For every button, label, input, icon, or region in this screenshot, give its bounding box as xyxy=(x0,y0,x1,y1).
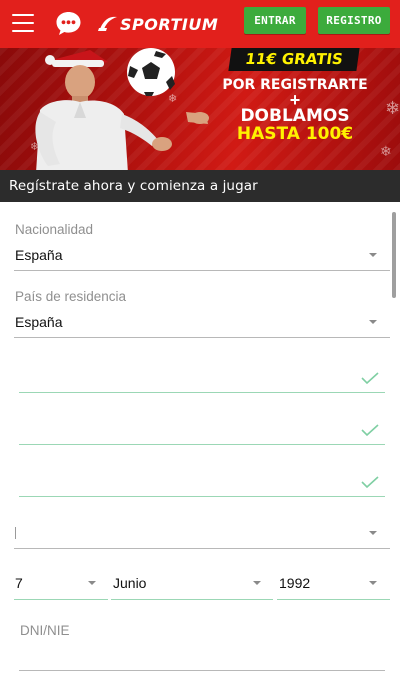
residence-label: País de residencia xyxy=(15,289,127,304)
nationality-label: Nacionalidad xyxy=(15,222,94,237)
birth-year-underline xyxy=(277,599,390,600)
birth-month-underline xyxy=(111,599,273,600)
footballer-image xyxy=(35,48,209,173)
check-icon xyxy=(361,372,379,384)
text-field-3-underline xyxy=(19,496,385,497)
dni-underline xyxy=(19,670,385,671)
menu-icon[interactable] xyxy=(12,14,34,32)
nationality-underline xyxy=(14,270,390,271)
text-field-2-underline xyxy=(19,444,385,445)
empty-select-underline xyxy=(14,548,390,549)
birth-day-value: 7 xyxy=(15,575,23,591)
brand-logo[interactable]: SPORTIUM xyxy=(98,13,218,35)
nationality-value: España xyxy=(15,247,63,263)
brand-name: SPORTIUM xyxy=(120,14,219,34)
select-cursor xyxy=(15,527,16,539)
chevron-down-icon xyxy=(253,581,261,585)
chevron-down-icon xyxy=(369,531,377,535)
text-field-3[interactable] xyxy=(19,457,385,499)
check-icon xyxy=(361,424,379,436)
page-scrollbar[interactable] xyxy=(392,212,396,298)
top-header: SPORTIUM ENTRAR REGISTRO xyxy=(0,0,400,48)
promo-amount: HASTA 100€ xyxy=(236,124,354,144)
promo-plus: + xyxy=(289,90,301,110)
promo-headline: 11€ GRATIS xyxy=(228,48,360,71)
chat-icon[interactable] xyxy=(55,10,82,37)
residence-underline xyxy=(14,337,390,338)
birth-day-underline xyxy=(14,599,108,600)
check-icon xyxy=(361,476,379,488)
text-field-2[interactable] xyxy=(19,405,385,447)
empty-select[interactable] xyxy=(14,512,390,550)
residence-value: España xyxy=(15,314,63,330)
dni-input[interactable] xyxy=(19,614,385,672)
snowflake-icon: ❄ xyxy=(380,143,392,159)
register-button[interactable]: REGISTRO xyxy=(318,7,390,34)
snowflake-icon: ❄ xyxy=(385,98,400,118)
login-button[interactable]: ENTRAR xyxy=(244,7,306,34)
birth-month-value: Junio xyxy=(113,575,147,591)
logo-swoosh-icon xyxy=(98,16,117,31)
chevron-down-icon xyxy=(88,581,96,585)
promo-double: DOBLAMOS xyxy=(240,106,350,126)
chevron-down-icon xyxy=(369,581,377,585)
text-field-1[interactable] xyxy=(19,352,385,394)
promo-text-block: 11€ GRATIS POR REGISTRARTE + DOBLAMOS HA… xyxy=(220,48,370,143)
promo-banner[interactable]: ❄ ❄ ❄ ❄ 11€ GRATIS POR REGISTRARTE + DOB… xyxy=(0,48,400,173)
register-caption: Regístrate ahora y comienza a jugar xyxy=(0,170,400,202)
text-field-1-underline xyxy=(19,392,385,393)
dni-placeholder: DNI/NIE xyxy=(20,623,70,638)
chevron-down-icon xyxy=(369,320,377,324)
chevron-down-icon xyxy=(369,253,377,257)
birth-year-value: 1992 xyxy=(279,575,311,591)
